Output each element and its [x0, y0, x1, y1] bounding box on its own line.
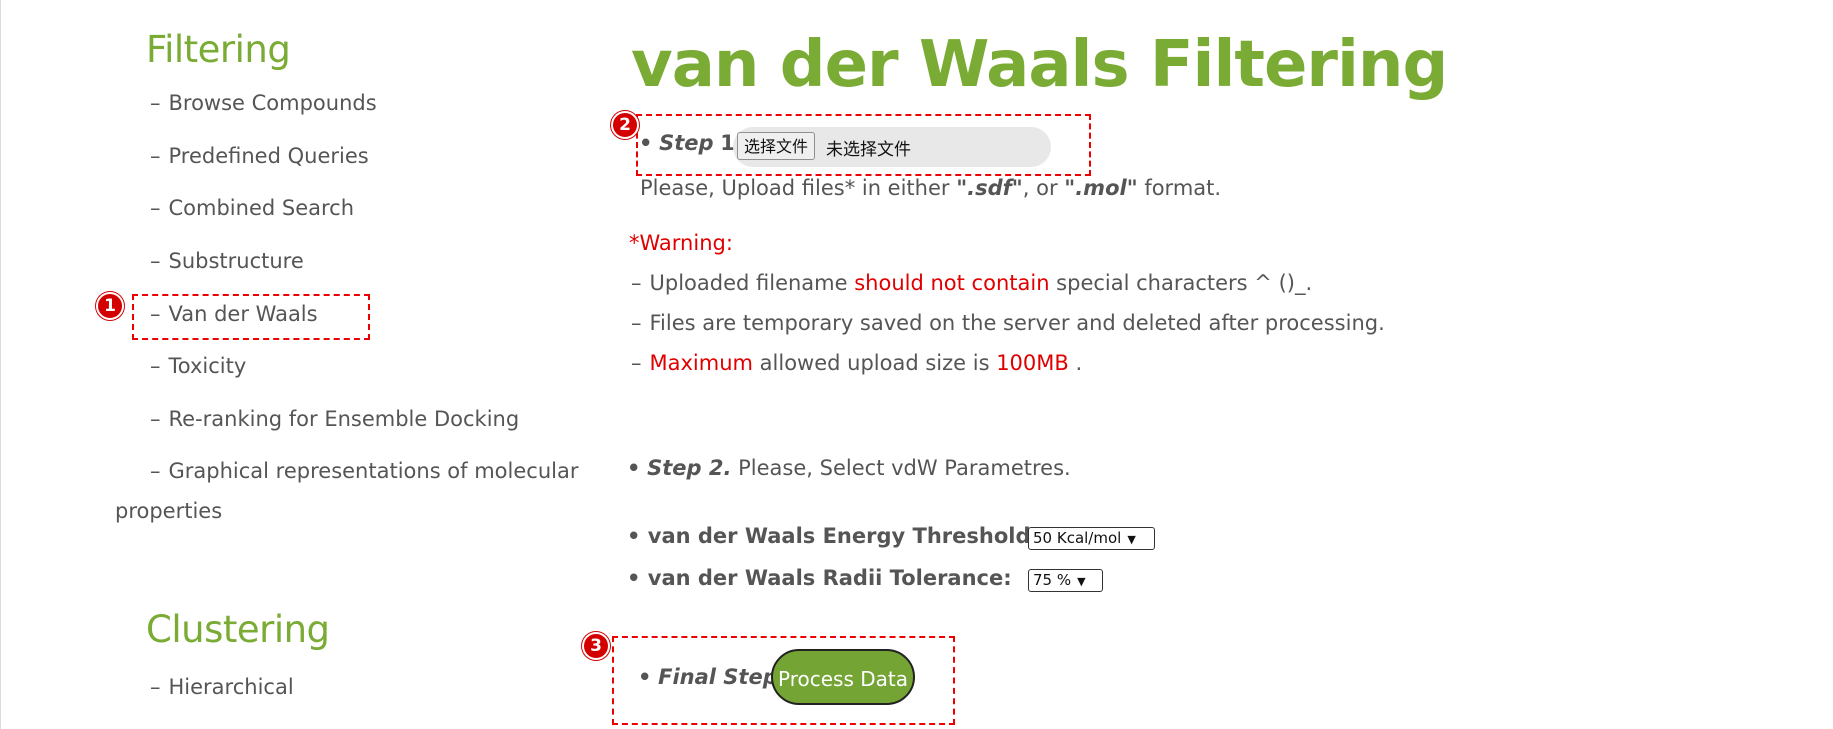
bullet: •: [627, 456, 641, 480]
energy-threshold-label: • van der Waals Energy Threshold:: [627, 524, 1039, 548]
sidebar-item-graphical-representations-cont[interactable]: properties: [115, 499, 222, 523]
radii-tolerance-label: • van der Waals Radii Tolerance:: [627, 566, 1012, 590]
warning-text: Uploaded filename: [649, 271, 855, 295]
annotation-marker-3: 3: [582, 632, 610, 660]
sidebar-item-browse-compounds[interactable]: – Browse Compounds: [150, 91, 377, 115]
sidebar-item-label: Graphical representations of molecular: [168, 459, 579, 483]
page-left-border: [0, 0, 1, 729]
list-dash: –: [150, 91, 161, 115]
filtering-heading: Filtering: [146, 28, 291, 71]
chevron-down-icon: ▼: [1077, 575, 1086, 588]
sidebar-item-label: Predefined Queries: [168, 144, 369, 168]
annotation-box-2: [636, 114, 1091, 176]
annotation-box-1: [132, 294, 370, 340]
sidebar-item-label: Toxicity: [168, 354, 247, 378]
warning-text: special characters ^ ()_.: [1049, 271, 1313, 295]
sidebar-item-label: Substructure: [168, 249, 304, 273]
format-sdf: ".sdf": [956, 176, 1023, 200]
upload-hint-text: Please, Upload files: [640, 176, 845, 200]
sidebar-item-predefined-queries[interactable]: – Predefined Queries: [150, 144, 369, 168]
sidebar-item-toxicity[interactable]: – Toxicity: [150, 354, 246, 378]
radii-tolerance-text: van der Waals Radii Tolerance:: [647, 566, 1012, 590]
list-dash: –: [631, 311, 642, 335]
warning-highlight: should not contain: [854, 271, 1050, 295]
warning-highlight: Maximum: [649, 351, 753, 375]
upload-hint: Please, Upload files* in either ".sdf", …: [640, 176, 1221, 200]
annotation-box-3: [612, 636, 955, 725]
bullet: •: [627, 566, 641, 590]
radii-tolerance-select[interactable]: 75 % ▼: [1028, 569, 1103, 592]
list-dash: –: [150, 249, 161, 273]
warning-highlight: 100MB: [996, 351, 1069, 375]
upload-hint-text: in either: [855, 176, 957, 200]
warning-line-max-size: – Maximum allowed upload size is 100MB .: [631, 351, 1082, 375]
upload-hint-text: format.: [1137, 176, 1222, 200]
energy-threshold-text: van der Waals Energy Threshold:: [647, 524, 1039, 548]
warning-text: .: [1068, 351, 1083, 375]
step2-text: Please, Select vdW Parametres.: [731, 456, 1071, 480]
page-title: van der Waals Filtering: [631, 28, 1448, 102]
bullet: •: [627, 524, 641, 548]
upload-hint-text: , or: [1022, 176, 1065, 200]
chevron-down-icon: ▼: [1127, 533, 1136, 546]
clustering-heading: Clustering: [146, 608, 330, 651]
list-dash: –: [150, 407, 161, 431]
list-dash: –: [150, 196, 161, 220]
sidebar-item-substructure[interactable]: – Substructure: [150, 249, 304, 273]
format-mol: ".mol": [1064, 176, 1138, 200]
warning-line-temporary: – Files are temporary saved on the server…: [631, 311, 1385, 335]
sidebar-item-hierarchical[interactable]: – Hierarchical: [150, 675, 294, 699]
step2-label: • Step 2. Please, Select vdW Parametres.: [627, 456, 1071, 480]
list-dash: –: [150, 459, 161, 483]
warning-text: allowed upload size is: [752, 351, 997, 375]
warning-title: *Warning:: [629, 231, 733, 255]
radii-tolerance-value: 75 %: [1033, 571, 1072, 589]
step2-em: Step 2.: [647, 456, 732, 480]
sidebar-item-label: properties: [115, 499, 223, 523]
energy-threshold-select[interactable]: 50 Kcal/mol ▼: [1028, 527, 1155, 550]
energy-threshold-value: 50 Kcal/mol: [1033, 529, 1122, 547]
warning-line-filename: – Uploaded filename should not contain sp…: [631, 271, 1312, 295]
sidebar-item-label: Re-ranking for Ensemble Docking: [168, 407, 520, 431]
list-dash: –: [150, 354, 161, 378]
list-dash: –: [631, 271, 642, 295]
sidebar-item-label: Hierarchical: [168, 675, 294, 699]
list-dash: –: [150, 675, 161, 699]
upload-hint-star: *: [844, 176, 856, 200]
list-dash: –: [150, 144, 161, 168]
sidebar-item-label: Combined Search: [168, 196, 355, 220]
sidebar-item-graphical-representations[interactable]: – Graphical representations of molecular: [150, 459, 578, 483]
sidebar-item-combined-search[interactable]: – Combined Search: [150, 196, 354, 220]
sidebar-item-re-ranking[interactable]: – Re-ranking for Ensemble Docking: [150, 407, 519, 431]
list-dash: –: [631, 351, 642, 375]
warning-text: Files are temporary saved on the server …: [649, 311, 1385, 335]
annotation-marker-2: 2: [611, 111, 639, 139]
sidebar-item-label: Browse Compounds: [168, 91, 377, 115]
annotation-marker-1: 1: [96, 292, 124, 320]
